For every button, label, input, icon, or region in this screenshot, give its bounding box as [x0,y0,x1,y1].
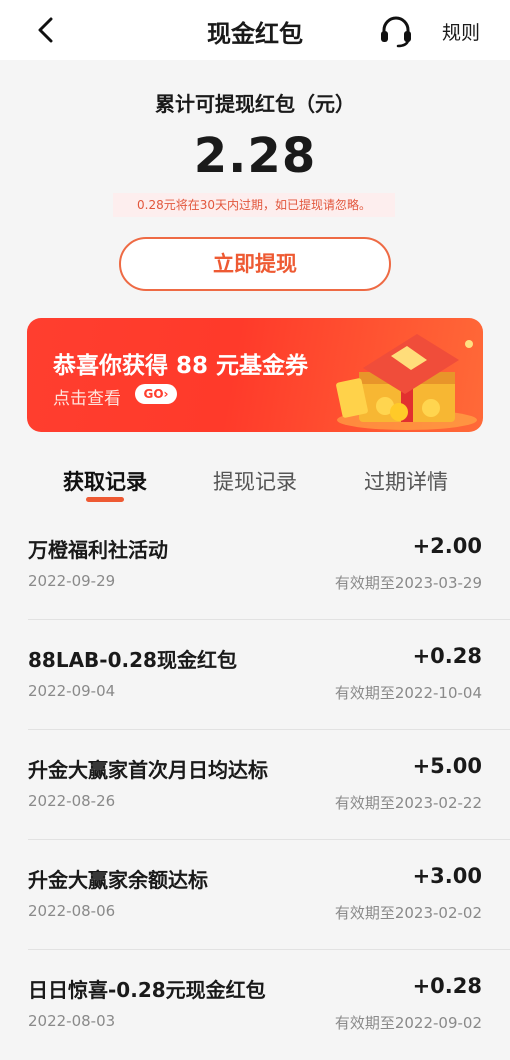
record-name: 升金大赢家余额达标 [28,868,208,892]
tab-earned[interactable]: 获取记录 [25,466,185,496]
record-item[interactable]: 升金大赢家余额达标 +3.00 2022-08-06 有效期至2023-02-0… [0,840,510,950]
headset-icon[interactable] [378,14,414,48]
record-amount: +0.28 [412,974,482,998]
rules-link[interactable]: 规则 [442,18,480,45]
record-validity: 有效期至2023-02-22 [334,794,482,812]
gift-box-illustration [336,334,477,430]
balance-label: 累计可提现红包（元） [155,92,355,116]
record-amount: +3.00 [412,864,482,888]
record-validity: 有效期至2022-10-04 [334,684,482,702]
tab-withdrawals[interactable]: 提现记录 [175,466,335,496]
record-date: 2022-08-03 [28,1012,116,1030]
go-button[interactable]: GO› [135,384,177,404]
coupon-banner[interactable]: 恭喜你获得 88 元基金券 点击查看 GO› [27,318,483,432]
record-item[interactable]: 万橙福利社活动 +2.00 2022-09-29 有效期至2023-03-29 [0,510,510,620]
record-date: 2022-08-26 [28,792,116,810]
record-date: 2022-09-29 [28,572,116,590]
record-item[interactable]: 升金大赢家首次月日均达标 +5.00 2022-08-26 有效期至2023-0… [0,730,510,840]
record-item[interactable]: 日日惊喜-0.28元现金红包 +0.28 2022-08-03 有效期至2022… [0,950,510,1060]
banner-title: 恭喜你获得 88 元基金券 [53,353,309,379]
banner-subtitle: 点击查看 [53,389,121,409]
record-amount: +2.00 [412,534,482,558]
record-name: 日日惊喜-0.28元现金红包 [28,978,266,1002]
withdraw-button[interactable]: 立即提现 [119,237,391,291]
active-tab-indicator [86,497,124,502]
record-item[interactable]: 88LAB-0.28现金红包 +0.28 2022-09-04 有效期至2022… [0,620,510,730]
record-amount: +5.00 [412,754,482,778]
balance-summary: 累计可提现红包（元） 2.28 0.28元将在30天内过期，如已提现请忽略。 立… [0,60,510,310]
record-name: 88LAB-0.28现金红包 [28,648,237,672]
record-date: 2022-09-04 [28,682,116,700]
record-name: 升金大赢家首次月日均达标 [28,758,268,782]
record-amount: +0.28 [412,644,482,668]
record-validity: 有效期至2022-09-02 [334,1014,482,1032]
record-validity: 有效期至2023-02-02 [334,904,482,922]
top-bar: 现金红包 规则 [0,0,510,60]
record-date: 2022-08-06 [28,902,116,920]
balance-amount: 2.28 [193,128,317,184]
record-tabs: 获取记录 提现记录 过期详情 [0,452,510,512]
record-name: 万橙福利社活动 [28,538,168,562]
expire-notice: 0.28元将在30天内过期，如已提现请忽略。 [113,193,395,217]
record-validity: 有效期至2023-03-29 [334,574,482,592]
go-label: GO [143,387,164,401]
page-title: 现金红包 [207,20,303,48]
tab-expired[interactable]: 过期详情 [326,466,486,496]
